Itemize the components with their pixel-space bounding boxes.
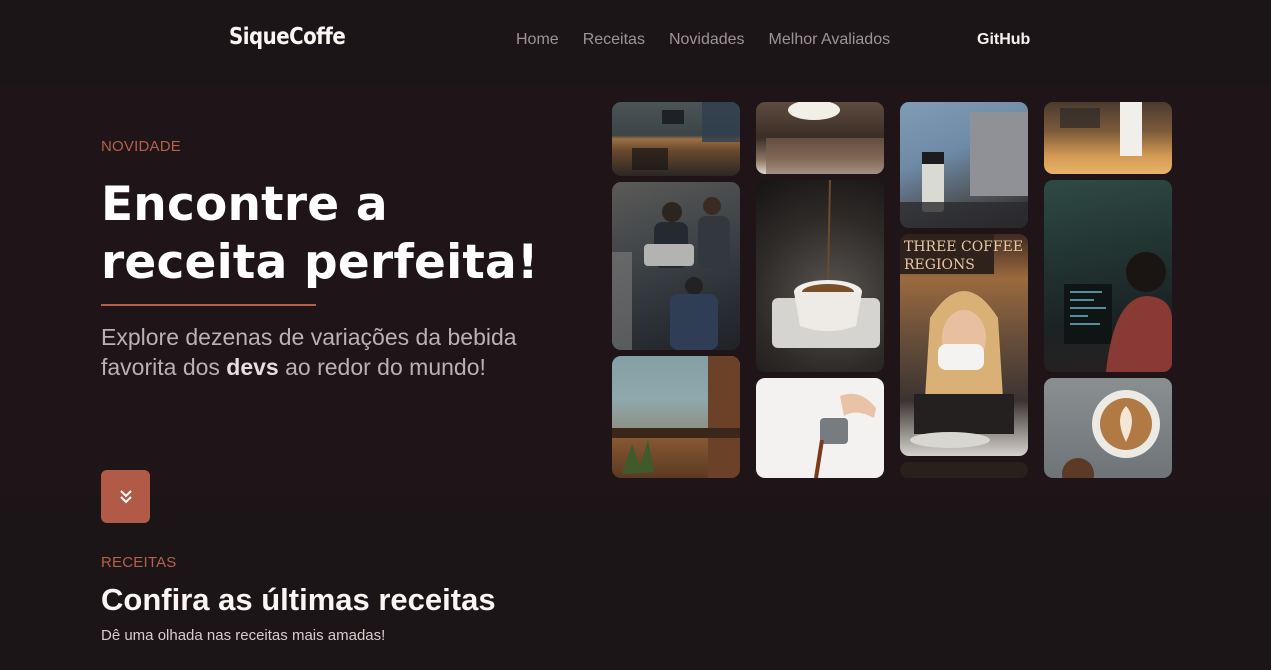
scroll-down-button[interactable]: [101, 470, 150, 523]
gallery-sign-text-1: THREE COFFEE: [904, 239, 1023, 255]
nav-home-link[interactable]: Home: [516, 31, 559, 49]
top-navbar: SiqueCoffe Home Receitas Novidades Melho…: [0, 0, 1271, 86]
gallery-sign-text-2: REGIONS: [904, 257, 975, 273]
recipes-eyebrow: RECEITAS: [101, 554, 177, 571]
hero-section: NOVIDADE Encontre a receita perfeita! Ex…: [0, 86, 1271, 496]
gallery-photo-cafe-table: [612, 102, 740, 176]
recipes-section: RECEITAS Confira as últimas receitas Dê …: [0, 496, 1271, 670]
main-nav: Home Receitas Novidades Melhor Avaliados: [516, 31, 890, 49]
gallery-photo-laptop: [900, 102, 1028, 228]
github-link[interactable]: GitHub: [977, 31, 1030, 49]
nav-melhor-avaliados-link[interactable]: Melhor Avaliados: [769, 31, 891, 49]
gallery-photo-barista-counter: [1044, 102, 1172, 174]
photo-gallery: THREE COFFEE REGIONS: [612, 102, 1173, 478]
brand-logo[interactable]: SiqueCoffe: [229, 24, 346, 50]
gallery-photo-baristas: [612, 182, 740, 350]
gallery-photo-developer: [1044, 180, 1172, 372]
gallery-photo-latte-art: [1044, 378, 1172, 478]
gallery-photo-pour: [756, 180, 884, 372]
hero-divider: [101, 304, 316, 306]
hero-description: Explore dezenas de variações da bebida f…: [101, 322, 531, 382]
recipes-title: Confira as últimas receitas: [101, 582, 496, 617]
gallery-photo-strip: [900, 462, 1028, 478]
hero-eyebrow: NOVIDADE: [101, 138, 181, 155]
gallery-photo-woman-cup: THREE COFFEE REGIONS: [900, 234, 1028, 456]
gallery-photo-window: [612, 356, 740, 478]
hero-title: Encontre a receita perfeita!: [101, 177, 539, 290]
hero-description-end: ao redor do mundo!: [278, 354, 486, 380]
nav-novidades-link[interactable]: Novidades: [669, 31, 745, 49]
nav-receitas-link[interactable]: Receitas: [583, 31, 645, 49]
gallery-photo-coffee-cup-top: [756, 102, 884, 174]
gallery-photo-milk-pitcher: [756, 378, 884, 478]
recipes-subtitle: Dê uma olhada nas receitas mais amadas!: [101, 627, 386, 644]
double-chevron-down-icon: [119, 489, 132, 503]
hero-description-highlight: devs: [226, 354, 279, 380]
